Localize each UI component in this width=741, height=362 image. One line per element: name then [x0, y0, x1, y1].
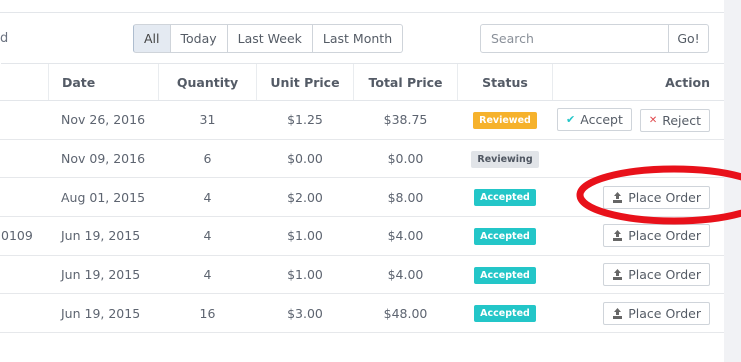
- header-quantity[interactable]: Quantity: [158, 63, 257, 101]
- orders-table: Date Quantity Unit Price Total Price Sta…: [0, 63, 724, 334]
- status-badge: Accepted: [474, 227, 536, 245]
- go-button[interactable]: Go!: [669, 24, 709, 53]
- upload-icon: [613, 230, 623, 242]
- reject-label: Reject: [662, 112, 701, 128]
- search-input[interactable]: [480, 24, 669, 53]
- check-icon: ✔: [566, 112, 576, 126]
- cell-id: [0, 293, 49, 334]
- cell-action: Place Order: [552, 216, 724, 256]
- cell-unit-price: $1.00: [256, 216, 354, 256]
- cell-status: Reviewed: [457, 100, 553, 140]
- filter-today-button[interactable]: Today: [170, 24, 228, 53]
- cell-unit-price: $3.00: [256, 293, 354, 334]
- table-row: Nov 09, 2016 6 $0.00 $0.00 Reviewing: [0, 139, 724, 179]
- cell-date: Jun 19, 2015: [48, 216, 159, 256]
- place-order-label: Place Order: [628, 228, 701, 244]
- cell-quantity: 4: [158, 255, 257, 295]
- cell-total-price: $4.00: [353, 216, 458, 256]
- upload-icon: [613, 191, 623, 203]
- cell-unit-price: $1.00: [256, 255, 354, 295]
- date-filter-group: All Today Last Week Last Month: [133, 24, 404, 53]
- filter-last-week-button[interactable]: Last Week: [227, 24, 313, 53]
- cell-action: [552, 139, 724, 179]
- cell-action: Place Order: [552, 177, 724, 218]
- cell-action: Place Order: [552, 255, 724, 295]
- x-icon: ✕: [648, 114, 658, 126]
- place-order-button[interactable]: Place Order: [603, 263, 710, 287]
- status-badge: Reviewed: [473, 111, 537, 129]
- cell-unit-price: $2.00: [256, 177, 354, 218]
- cell-total-price: $48.00: [353, 293, 458, 334]
- header-unit-price[interactable]: Unit Price: [256, 63, 354, 101]
- place-order-button[interactable]: Place Order: [603, 185, 710, 209]
- reject-button[interactable]: ✕ Reject: [639, 108, 710, 132]
- accept-button[interactable]: ✔ Accept: [557, 107, 632, 131]
- cell-quantity: 16: [158, 293, 257, 334]
- cell-quantity: 4: [158, 177, 257, 218]
- place-order-label: Place Order: [628, 267, 701, 283]
- upload-icon: [613, 307, 623, 319]
- cell-status: Reviewing: [457, 139, 553, 179]
- cell-quantity: 31: [158, 100, 257, 140]
- accept-label: Accept: [580, 111, 623, 127]
- cell-status: Accepted: [457, 293, 553, 334]
- header-total-price[interactable]: Total Price: [353, 63, 458, 101]
- table-header-row: Date Quantity Unit Price Total Price Sta…: [0, 63, 724, 101]
- cell-date: Nov 09, 2016: [48, 139, 159, 179]
- cell-date: Aug 01, 2015: [48, 177, 159, 218]
- page-scrollbar[interactable]: [724, 0, 741, 362]
- cell-status: Accepted: [457, 216, 553, 256]
- cell-total-price: $38.75: [353, 100, 458, 140]
- filter-all-button[interactable]: All: [133, 24, 171, 53]
- table-row: 0109 Jun 19, 2015 4 $1.00 $4.00 Accepted…: [0, 216, 724, 256]
- search-group: Go!: [480, 24, 709, 53]
- upload-icon: [613, 269, 623, 281]
- orders-panel: d All Today Last Week Last Month Go! Dat…: [0, 0, 724, 362]
- status-badge: Accepted: [474, 266, 536, 284]
- cell-date: Nov 26, 2016: [48, 100, 159, 140]
- cell-id: [0, 100, 49, 140]
- cell-total-price: $4.00: [353, 255, 458, 295]
- table-row: Aug 01, 2015 4 $2.00 $8.00 Accepted Plac…: [0, 177, 724, 218]
- cell-unit-price: $0.00: [256, 139, 354, 179]
- status-badge: Accepted: [474, 305, 536, 323]
- header-date[interactable]: Date: [48, 63, 159, 101]
- cell-unit-price: $1.25: [256, 100, 354, 140]
- table-row: Nov 26, 2016 31 $1.25 $38.75 Reviewed ✔ …: [0, 100, 724, 140]
- cell-action: Place Order: [552, 293, 724, 334]
- place-order-button[interactable]: Place Order: [603, 301, 710, 325]
- cell-id: 0109: [0, 216, 49, 256]
- toolbar-label-fragment: d: [0, 31, 9, 46]
- cell-status: Accepted: [457, 177, 553, 218]
- cell-quantity: 4: [158, 216, 257, 256]
- place-order-label: Place Order: [628, 305, 701, 321]
- filter-last-month-button[interactable]: Last Month: [312, 24, 404, 53]
- cell-quantity: 6: [158, 139, 257, 179]
- table-row: Jun 19, 2015 4 $1.00 $4.00 Accepted Plac…: [0, 255, 724, 295]
- status-badge: Reviewing: [471, 150, 539, 168]
- cell-date: Jun 19, 2015: [48, 293, 159, 334]
- top-strip: [0, 0, 724, 13]
- place-order-label: Place Order: [628, 189, 701, 205]
- cell-total-price: $0.00: [353, 139, 458, 179]
- place-order-button[interactable]: Place Order: [603, 224, 710, 248]
- cell-date: Jun 19, 2015: [48, 255, 159, 295]
- table-row: Jun 19, 2015 16 $3.00 $48.00 Accepted Pl…: [0, 293, 724, 334]
- cell-id: [0, 177, 49, 218]
- header-action: Action: [552, 63, 724, 101]
- header-status[interactable]: Status: [457, 63, 553, 101]
- status-badge: Accepted: [474, 189, 536, 207]
- cell-status: Accepted: [457, 255, 553, 295]
- cell-action: ✔ Accept ✕ Reject: [552, 100, 724, 140]
- cell-total-price: $8.00: [353, 177, 458, 218]
- cell-id: [0, 139, 49, 179]
- cell-id: [0, 255, 49, 295]
- header-id: [0, 63, 49, 101]
